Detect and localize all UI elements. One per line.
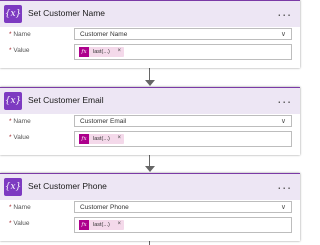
action-card-set-customer-name[interactable]: {x} Set Customer Name ... * Name Custome… [0, 0, 300, 68]
value-label: * Value [9, 220, 30, 227]
value-input[interactable]: fx last(...) × [74, 217, 292, 233]
card-title: Set Customer Email [28, 95, 104, 105]
name-select-value: Customer Phone [80, 204, 129, 211]
expression-token[interactable]: fx last(...) × [79, 134, 124, 144]
token-text: last(...) [93, 136, 110, 142]
name-select[interactable]: Customer Phone ∨ [74, 201, 292, 213]
flow-arrow-icon [145, 166, 155, 172]
more-options-icon[interactable]: ... [277, 176, 292, 192]
fx-icon: fx [79, 134, 89, 144]
name-label-text: Name [13, 31, 31, 38]
required-marker: * [9, 47, 12, 54]
name-label-text: Name [13, 118, 31, 125]
name-select[interactable]: Customer Name ∨ [74, 28, 292, 40]
variable-icon: {x} [4, 92, 22, 110]
chevron-down-icon: ∨ [280, 204, 286, 211]
card-header[interactable]: {x} Set Customer Phone ... [0, 173, 300, 200]
more-options-icon[interactable]: ... [277, 90, 292, 106]
card-title: Set Customer Name [28, 8, 105, 18]
required-marker: * [9, 134, 12, 141]
required-marker: * [9, 204, 12, 211]
value-input[interactable]: fx last(...) × [74, 131, 292, 147]
name-select[interactable]: Customer Email ∨ [74, 115, 292, 127]
action-card-set-customer-email[interactable]: {x} Set Customer Email ... * Name Custom… [0, 87, 300, 155]
value-label-text: Value [13, 47, 30, 54]
name-label: * Name [9, 31, 31, 38]
flow-arrow-icon [145, 80, 155, 86]
flow-connector [149, 67, 150, 81]
value-input[interactable]: fx last(...) × [74, 44, 292, 60]
close-icon[interactable]: × [117, 48, 121, 54]
card-title: Set Customer Phone [28, 181, 107, 191]
action-card-set-customer-phone[interactable]: {x} Set Customer Phone ... * Name Custom… [0, 173, 300, 241]
value-label: * Value [9, 134, 30, 141]
more-options-icon[interactable]: ... [277, 3, 292, 19]
token-text: last(...) [93, 222, 110, 228]
close-icon[interactable]: × [117, 135, 121, 141]
name-label: * Name [9, 204, 31, 211]
variable-icon: {x} [4, 5, 22, 23]
fx-icon: fx [79, 47, 89, 57]
name-label: * Name [9, 118, 31, 125]
name-label-text: Name [13, 204, 31, 211]
chevron-down-icon: ∨ [280, 118, 286, 125]
variable-icon: {x} [4, 178, 22, 196]
card-header[interactable]: {x} Set Customer Email ... [0, 87, 300, 114]
chevron-down-icon: ∨ [280, 31, 286, 38]
expression-token[interactable]: fx last(...) × [79, 220, 124, 230]
token-text: last(...) [93, 49, 110, 55]
value-label-text: Value [13, 220, 30, 227]
close-icon[interactable]: × [117, 221, 121, 227]
value-label: * Value [9, 47, 30, 54]
required-marker: * [9, 118, 12, 125]
required-marker: * [9, 31, 12, 38]
fx-icon: fx [79, 220, 89, 230]
value-label-text: Value [13, 134, 30, 141]
card-header[interactable]: {x} Set Customer Name ... [0, 0, 300, 27]
required-marker: * [9, 220, 12, 227]
flow-connector [149, 241, 150, 245]
name-select-value: Customer Email [80, 118, 127, 125]
expression-token[interactable]: fx last(...) × [79, 47, 124, 57]
name-select-value: Customer Name [80, 31, 128, 38]
